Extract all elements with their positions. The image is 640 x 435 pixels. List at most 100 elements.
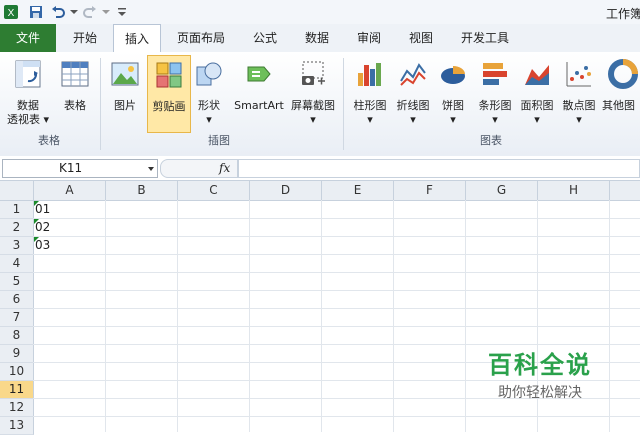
column-header-g[interactable]: G (466, 181, 538, 201)
other-charts-button[interactable]: 其他图 (600, 55, 640, 131)
line-chart-label: 折线图 ▾ (396, 99, 430, 126)
svg-text:X: X (8, 8, 15, 19)
pivot-table-button[interactable]: 数据 透视表 ▾ (4, 55, 52, 131)
row-header-4[interactable]: 4 (0, 255, 34, 273)
grid-line (33, 416, 640, 417)
row-header-8[interactable]: 8 (0, 327, 34, 345)
column-header-e[interactable]: E (322, 181, 394, 201)
area-chart-label: 面积图 ▾ (520, 99, 554, 126)
name-box-value: K11 (59, 161, 83, 175)
tab-data[interactable]: 数据 (294, 24, 340, 52)
chevron-down-icon[interactable] (147, 165, 155, 173)
row-header-7[interactable]: 7 (0, 309, 34, 327)
watermark: 百科全说 助你轻松解决 (470, 345, 610, 402)
ribbon-tabs: 文件 开始 插入 页面布局 公式 数据 审阅 视图 开发工具 (0, 24, 640, 54)
insert-function-icon[interactable]: fx (219, 160, 230, 177)
clip-art-button[interactable]: 剪贴画 (147, 55, 191, 133)
cell-a1[interactable]: 01 (34, 201, 105, 218)
row-header-9[interactable]: 9 (0, 345, 34, 363)
column-header-h[interactable]: H (538, 181, 610, 201)
clip-art-label: 剪贴画 (152, 100, 186, 113)
grid-line (33, 272, 640, 273)
line-chart-button[interactable]: 折线图 ▾ (392, 55, 434, 131)
redo-icon[interactable] (82, 4, 98, 20)
shapes-button[interactable]: 形状 ▾ (190, 55, 228, 131)
pivot-table-icon (15, 60, 41, 88)
pie-chart-icon (441, 66, 465, 84)
formula-bar: K11 fx (0, 156, 640, 181)
area-chart-icon (525, 65, 549, 85)
group-label-charts: 图表 (480, 134, 502, 147)
clip-art-icon (156, 62, 182, 88)
cell-a2[interactable]: 02 (34, 219, 105, 236)
formula-input[interactable] (238, 159, 640, 178)
grid-line (33, 308, 640, 309)
tab-formulas[interactable]: 公式 (242, 24, 288, 52)
row-header-5[interactable]: 5 (0, 273, 34, 291)
row-header-2[interactable]: 2 (0, 219, 34, 237)
column-chart-label: 柱形图 ▾ (353, 99, 387, 126)
undo-icon[interactable] (50, 4, 66, 20)
column-header-i[interactable] (610, 181, 640, 201)
smartart-label: SmartArt (234, 99, 284, 112)
column-header-c[interactable]: C (178, 181, 250, 201)
table-icon (61, 61, 89, 87)
column-header-a[interactable]: A (34, 181, 106, 201)
row-header-3[interactable]: 3 (0, 237, 34, 255)
tab-page-layout[interactable]: 页面布局 (168, 24, 234, 52)
column-header-b[interactable]: B (106, 181, 178, 201)
group-label-illustrations: 插图 (208, 134, 230, 147)
tab-insert[interactable]: 插入 (113, 24, 161, 54)
screenshot-button[interactable]: 屏幕截图 ▾ (287, 55, 339, 131)
picture-button[interactable]: 图片 (104, 55, 146, 131)
row-header-13[interactable]: 13 (0, 417, 34, 435)
row-header-10[interactable]: 10 (0, 363, 34, 381)
smartart-icon (247, 66, 271, 82)
ribbon-insert: 数据 透视表 ▾ 表格 表格 图片 剪贴画 形状 ▾ SmartArt 屏幕截图… (0, 52, 640, 157)
row-header-1[interactable]: 1 (0, 201, 34, 219)
tab-view[interactable]: 视图 (398, 24, 444, 52)
cell-a3[interactable]: 03 (34, 237, 105, 254)
formula-controls: fx (160, 159, 238, 178)
picture-label: 图片 (114, 99, 136, 112)
window-title: 工作簿 (606, 7, 640, 21)
row-header-11[interactable]: 11 (0, 381, 34, 399)
table-button[interactable]: 表格 (54, 55, 96, 131)
bar-chart-label: 条形图 ▾ (478, 99, 512, 126)
smartart-button[interactable]: SmartArt (231, 55, 287, 131)
text-number-indicator-icon (34, 219, 39, 224)
group-separator (100, 58, 101, 150)
column-chart-icon (358, 63, 381, 86)
picture-icon (111, 62, 139, 86)
scatter-chart-icon (566, 62, 591, 87)
bar-chart-icon (483, 63, 507, 85)
grid-line (33, 236, 640, 237)
tab-file[interactable]: 文件 (0, 24, 56, 52)
group-label-tables: 表格 (38, 134, 60, 147)
grid-line (33, 290, 640, 291)
save-icon[interactable] (28, 4, 44, 20)
row-header-6[interactable]: 6 (0, 291, 34, 309)
undo-dropdown-icon[interactable] (66, 4, 82, 20)
pivot-table-label: 数据 透视表 ▾ (6, 99, 50, 126)
bar-chart-button[interactable]: 条形图 ▾ (474, 55, 516, 131)
column-header-f[interactable]: F (394, 181, 466, 201)
shapes-icon (196, 62, 222, 86)
row-header-12[interactable]: 12 (0, 399, 34, 417)
tab-review[interactable]: 审阅 (346, 24, 392, 52)
redo-dropdown-icon[interactable] (98, 4, 114, 20)
column-chart-button[interactable]: 柱形图 ▾ (348, 55, 392, 131)
grid-line (33, 326, 640, 327)
tab-home[interactable]: 开始 (62, 24, 108, 52)
screenshot-label: 屏幕截图 ▾ (291, 99, 335, 126)
table-label: 表格 (64, 99, 86, 112)
tab-developer[interactable]: 开发工具 (452, 24, 518, 52)
column-header-d[interactable]: D (250, 181, 322, 201)
pie-chart-label: 饼图 ▾ (442, 99, 464, 126)
pie-chart-button[interactable]: 饼图 ▾ (434, 55, 472, 131)
name-box[interactable]: K11 (2, 159, 158, 178)
customize-qat-icon[interactable] (114, 4, 130, 20)
select-all-corner[interactable] (0, 181, 34, 201)
scatter-chart-button[interactable]: 散点图 ▾ (558, 55, 600, 131)
area-chart-button[interactable]: 面积图 ▾ (516, 55, 558, 131)
